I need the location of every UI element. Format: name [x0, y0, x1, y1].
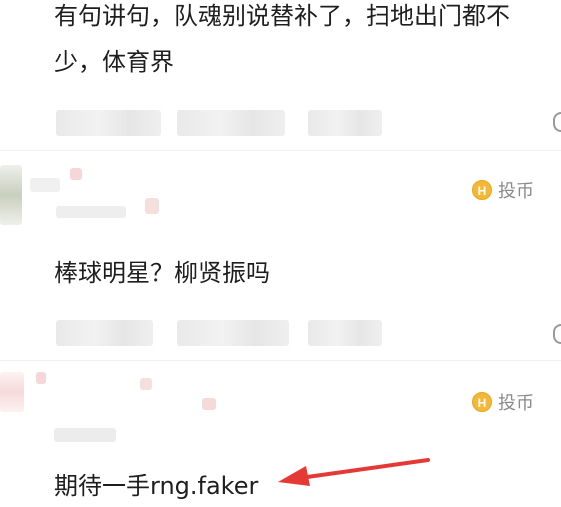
more-icon[interactable] — [553, 112, 561, 132]
comment-1-text-line-1: 有句讲句，队魂别说替补了，扫地出门都不 — [54, 2, 510, 30]
blurred-meta — [56, 206, 126, 218]
blurred-meta — [54, 428, 116, 442]
coin-label: 投币 — [498, 393, 534, 414]
blurred-action — [56, 320, 153, 346]
blurred-action — [308, 320, 382, 346]
divider — [0, 360, 561, 361]
blurred-badge — [202, 398, 216, 410]
avatar[interactable] — [0, 372, 24, 412]
blurred-name — [30, 178, 60, 192]
avatar[interactable] — [0, 165, 22, 225]
more-icon[interactable] — [553, 324, 561, 344]
blurred-badge — [70, 168, 82, 180]
comment-2-text: 棒球明星？柳贤振吗 — [54, 259, 270, 287]
coin-icon: H — [472, 180, 492, 200]
blurred-badge — [36, 372, 46, 384]
comment-3-text: 期待一手rng.faker — [54, 472, 259, 500]
blurred-action — [177, 320, 289, 346]
blurred-action — [177, 110, 285, 136]
red-arrow-annotation — [278, 458, 430, 486]
comment-1-text-line-2: 少，体育界 — [54, 48, 174, 76]
coin-icon: H — [472, 392, 492, 412]
divider — [0, 150, 561, 151]
blurred-action — [56, 110, 161, 136]
blurred-badge — [140, 378, 152, 390]
coin-button[interactable]: H 投币 — [472, 390, 534, 414]
coin-button[interactable]: H 投币 — [472, 178, 534, 202]
blurred-badge — [145, 198, 159, 214]
coin-label: 投币 — [498, 181, 534, 202]
blurred-action — [308, 110, 382, 136]
